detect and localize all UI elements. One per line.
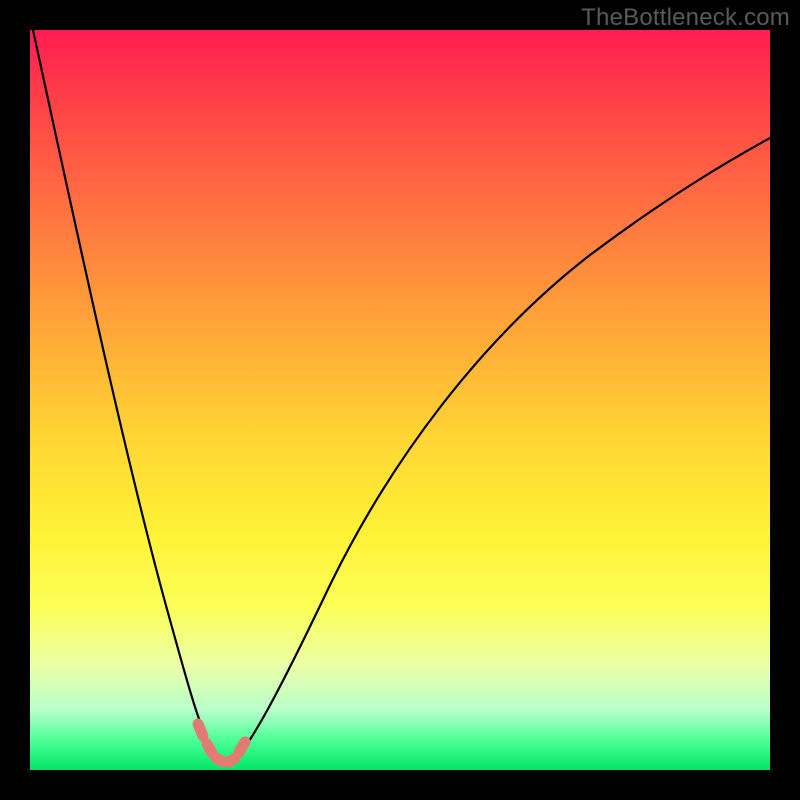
bottleneck-curve-path (33, 30, 770, 763)
chart-plot-area (30, 30, 770, 770)
optimal-zone-markers (198, 724, 245, 762)
watermark-text: TheBottleneck.com (581, 4, 790, 32)
chart-svg (30, 30, 770, 770)
